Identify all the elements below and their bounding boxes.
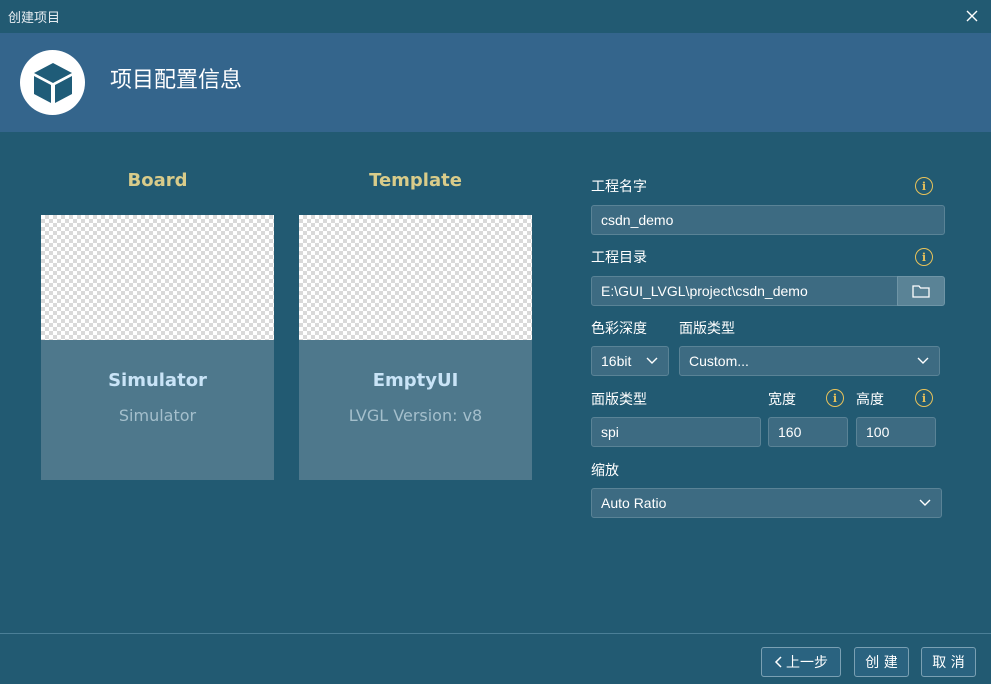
width-info-icon[interactable]: i <box>826 389 844 407</box>
color-depth-select[interactable]: 16bit <box>591 346 669 376</box>
window-title: 创建项目 <box>8 11 61 26</box>
app-logo <box>20 50 85 115</box>
color-depth-value: 16bit <box>601 353 632 369</box>
template-preview-image <box>299 215 532 340</box>
board-preview-image <box>41 215 274 340</box>
board-card-subtitle: Simulator <box>118 406 197 425</box>
board-card-name: Simulator <box>108 370 207 391</box>
panel-type-label: 面版类型 <box>679 321 735 337</box>
project-name-label: 工程名字 <box>591 179 647 195</box>
title-bar: 创建项目 <box>0 0 991 33</box>
chevron-down-icon <box>646 357 658 364</box>
page-title: 项目配置信息 <box>110 68 243 93</box>
project-dir-info-icon[interactable]: i <box>915 248 933 266</box>
template-card[interactable]: EmptyUI LVGL Version: v8 <box>299 215 532 480</box>
prev-step-label: 上一步 <box>786 655 828 671</box>
height-label: 高度 <box>856 392 884 408</box>
height-info-icon[interactable]: i <box>915 389 933 407</box>
scale-select[interactable]: Auto Ratio <box>591 488 942 518</box>
project-name-field[interactable] <box>591 205 945 235</box>
color-depth-label: 色彩深度 <box>591 321 647 337</box>
height-field[interactable] <box>856 417 936 447</box>
interface-label: 面版类型 <box>591 392 647 408</box>
project-name-input[interactable] <box>601 212 944 228</box>
template-card-name: EmptyUI <box>372 370 459 391</box>
create-label: 创 建 <box>865 655 898 671</box>
width-field[interactable] <box>768 417 848 447</box>
height-input[interactable] <box>866 424 935 440</box>
template-card-subtitle: LVGL Version: v8 <box>348 406 483 425</box>
footer-divider <box>0 633 991 634</box>
panel-type-select[interactable]: Custom... <box>679 346 940 376</box>
create-button[interactable]: 创 建 <box>854 647 909 677</box>
board-section-title: Board <box>127 170 188 191</box>
interface-input[interactable] <box>601 424 760 440</box>
project-dir-input[interactable] <box>601 283 897 299</box>
close-button[interactable] <box>961 5 983 27</box>
cancel-label: 取 消 <box>932 655 965 671</box>
browse-folder-button[interactable] <box>897 276 945 306</box>
width-label: 宽度 <box>768 392 796 408</box>
close-icon <box>966 10 978 22</box>
chevron-down-icon <box>919 499 931 506</box>
folder-icon <box>912 285 930 298</box>
scale-label: 缩放 <box>591 463 619 479</box>
project-name-info-icon[interactable]: i <box>915 177 933 195</box>
chevron-down-icon <box>917 357 929 364</box>
project-dir-label: 工程目录 <box>591 250 647 266</box>
project-dir-field[interactable] <box>591 276 898 306</box>
cancel-button[interactable]: 取 消 <box>921 647 976 677</box>
board-card[interactable]: Simulator Simulator <box>41 215 274 480</box>
header-banner: 项目配置信息 <box>0 33 991 132</box>
width-input[interactable] <box>778 424 847 440</box>
chevron-left-icon <box>774 656 782 668</box>
prev-step-button[interactable]: 上一步 <box>761 647 841 677</box>
template-section-title: Template <box>369 170 462 191</box>
interface-field[interactable] <box>591 417 761 447</box>
panel-type-value: Custom... <box>689 353 749 369</box>
cube-icon <box>33 62 72 103</box>
scale-value: Auto Ratio <box>601 495 667 511</box>
